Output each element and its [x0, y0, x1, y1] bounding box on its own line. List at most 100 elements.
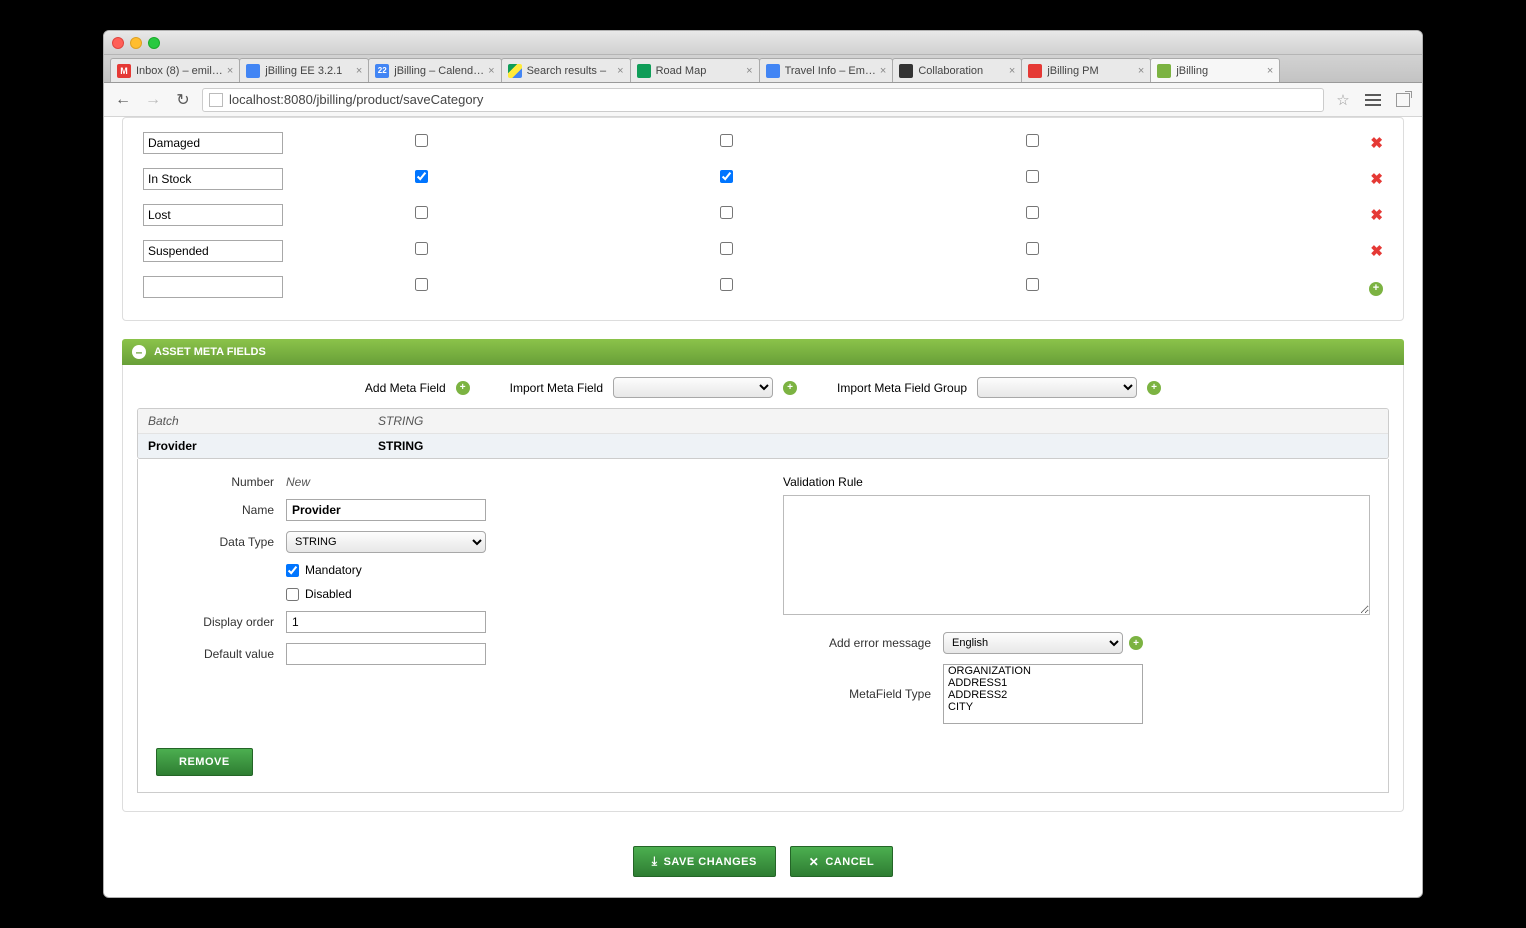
jb-favicon-icon — [1157, 64, 1171, 78]
name-label: Name — [156, 503, 286, 517]
import-meta-field-button[interactable]: + — [783, 381, 797, 395]
add-meta-field-button[interactable]: + — [456, 381, 470, 395]
browser-tab[interactable]: Road Map× — [630, 58, 760, 82]
import-meta-field-group-button[interactable]: + — [1147, 381, 1161, 395]
tab-close-icon[interactable]: × — [880, 65, 886, 77]
menu-button[interactable] — [1362, 89, 1384, 111]
window-close-icon[interactable] — [112, 37, 124, 49]
disabled-checkbox[interactable] — [286, 588, 299, 601]
browser-tab[interactable]: jBilling PM× — [1021, 58, 1151, 82]
delete-row-icon[interactable]: ✖ — [1370, 243, 1383, 260]
window-maximize-icon[interactable] — [148, 37, 160, 49]
tab-title: Road Map — [656, 65, 743, 77]
drive-favicon-icon — [508, 64, 522, 78]
back-button[interactable]: ← — [112, 89, 134, 111]
status-checkbox[interactable] — [720, 134, 733, 147]
status-checkbox[interactable] — [1026, 242, 1039, 255]
delete-row-icon[interactable]: ✖ — [1370, 171, 1383, 188]
error-message-label: Add error message — [783, 636, 943, 650]
validation-rule-textarea[interactable] — [783, 495, 1370, 615]
tab-title: jBilling — [1176, 65, 1263, 77]
browser-tab[interactable]: jBilling × — [1150, 58, 1280, 82]
status-name-input[interactable] — [143, 240, 283, 262]
status-checkbox[interactable] — [415, 134, 428, 147]
cancel-button[interactable]: ✕CANCEL — [790, 846, 893, 877]
docs-favicon-icon — [766, 64, 780, 78]
browser-tab[interactable]: Travel Info – Em…× — [759, 58, 894, 82]
number-value: New — [286, 475, 743, 489]
mandatory-checkbox[interactable] — [286, 564, 299, 577]
github-favicon-icon — [899, 64, 913, 78]
tab-close-icon[interactable]: × — [488, 65, 494, 77]
forward-button[interactable]: → — [142, 89, 164, 111]
status-checkbox[interactable] — [415, 206, 428, 219]
browser-tab[interactable]: MInbox (8) – emil…× — [110, 58, 240, 82]
status-name-input[interactable] — [143, 132, 283, 154]
status-checkbox[interactable] — [415, 242, 428, 255]
window-minimize-icon[interactable] — [130, 37, 142, 49]
tab-close-icon[interactable]: × — [1009, 65, 1015, 77]
status-name-input[interactable] — [143, 204, 283, 226]
delete-row-icon[interactable]: ✖ — [1370, 207, 1383, 224]
add-error-message-button[interactable]: + — [1129, 636, 1143, 650]
meta-field-row[interactable]: BatchSTRING — [138, 409, 1388, 434]
tab-close-icon[interactable]: × — [1138, 65, 1144, 77]
metafield-type-option[interactable]: CITY — [944, 701, 1142, 713]
collapse-icon[interactable]: – — [132, 345, 146, 359]
add-row-icon[interactable]: + — [1369, 282, 1383, 296]
status-checkbox[interactable] — [1026, 134, 1039, 147]
status-checkbox[interactable] — [1026, 170, 1039, 183]
disabled-label: Disabled — [305, 587, 352, 601]
browser-tab[interactable]: 22jBilling – Calend…× — [368, 58, 501, 82]
tab-title: jBilling EE 3.2.1 — [265, 65, 352, 77]
mandatory-label: Mandatory — [305, 563, 362, 577]
asset-meta-fields-header[interactable]: – ASSET META FIELDS — [122, 339, 1404, 365]
tab-close-icon[interactable]: × — [356, 65, 362, 77]
status-name-input[interactable] — [143, 168, 283, 190]
tab-close-icon[interactable]: × — [227, 65, 233, 77]
tab-close-icon[interactable]: × — [617, 65, 623, 77]
data-type-select[interactable]: STRING — [286, 531, 486, 553]
url-text: localhost:8080/jbilling/product/saveCate… — [229, 92, 483, 107]
metafield-type-option[interactable]: ADDRESS1 — [944, 677, 1142, 689]
name-input[interactable] — [286, 499, 486, 521]
browser-tab[interactable]: Collaboration× — [892, 58, 1022, 82]
browser-toolbar: ← → ↻ localhost:8080/jbilling/product/sa… — [104, 83, 1422, 117]
import-meta-field-group-select[interactable] — [977, 377, 1137, 398]
default-value-input[interactable] — [286, 643, 486, 665]
save-changes-button[interactable]: ⤓SAVE CHANGES — [633, 846, 776, 877]
status-checkbox[interactable] — [720, 206, 733, 219]
bookmark-star-icon[interactable]: ☆ — [1332, 89, 1354, 111]
metafield-type-option[interactable]: ADDRESS2 — [944, 689, 1142, 701]
status-checkbox[interactable] — [720, 242, 733, 255]
meta-field-row[interactable]: ProviderSTRING — [138, 434, 1388, 458]
display-order-input[interactable] — [286, 611, 486, 633]
error-language-select[interactable]: English — [943, 632, 1123, 654]
tab-title: Inbox (8) – emil… — [136, 65, 223, 77]
display-order-label: Display order — [156, 615, 286, 629]
status-checkbox[interactable] — [415, 278, 428, 291]
tab-close-icon[interactable]: × — [746, 65, 752, 77]
save-icon: ⤓ — [652, 854, 658, 869]
status-checkbox[interactable] — [1026, 278, 1039, 291]
metafield-type-option[interactable]: ORGANIZATION — [944, 665, 1142, 677]
status-name-input[interactable] — [143, 276, 283, 298]
meta-field-type: STRING — [378, 414, 423, 428]
delete-row-icon[interactable]: ✖ — [1370, 135, 1383, 152]
address-bar[interactable]: localhost:8080/jbilling/product/saveCate… — [202, 88, 1324, 112]
section-title: ASSET META FIELDS — [154, 346, 266, 358]
status-checkbox[interactable] — [720, 170, 733, 183]
asset-meta-fields-body: Add Meta Field + Import Meta Field + Imp… — [122, 365, 1404, 812]
import-meta-field-select[interactable] — [613, 377, 773, 398]
reload-button[interactable]: ↻ — [172, 89, 194, 111]
status-checkbox[interactable] — [720, 278, 733, 291]
browser-tab[interactable]: Search results –× — [501, 58, 631, 82]
status-checkbox[interactable] — [415, 170, 428, 183]
remove-button[interactable]: REMOVE — [156, 748, 253, 776]
meta-field-list: BatchSTRINGProviderSTRING — [137, 408, 1389, 459]
status-checkbox[interactable] — [1026, 206, 1039, 219]
fullscreen-icon[interactable] — [1392, 89, 1414, 111]
tab-close-icon[interactable]: × — [1267, 65, 1273, 77]
browser-tab[interactable]: jBilling EE 3.2.1 × — [239, 58, 369, 82]
metafield-type-list[interactable]: ORGANIZATIONADDRESS1ADDRESS2CITY — [943, 664, 1143, 724]
